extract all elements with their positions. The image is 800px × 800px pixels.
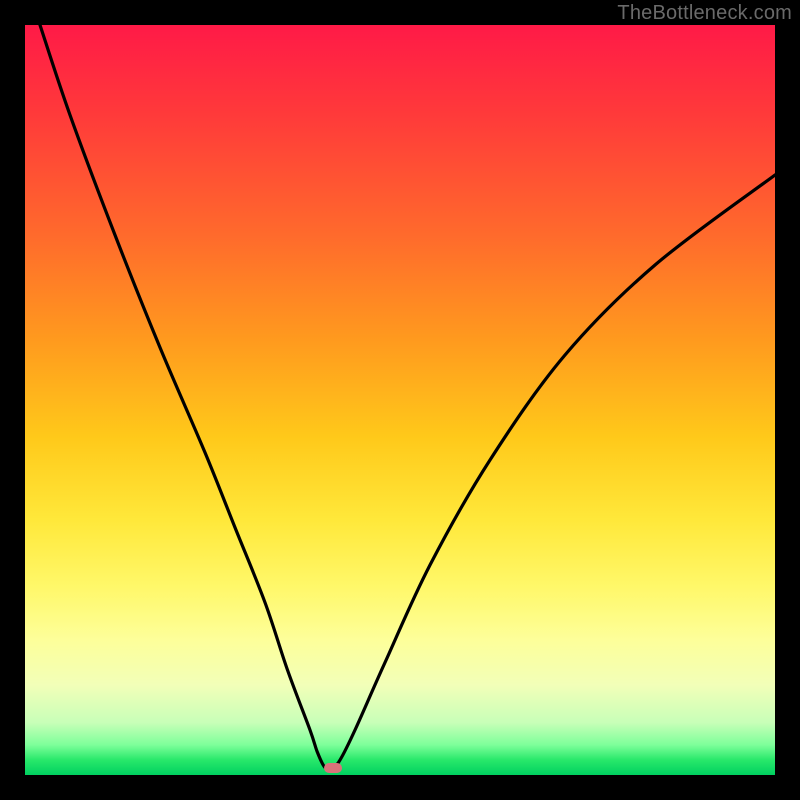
optimal-point-marker	[324, 763, 342, 773]
watermark-text: TheBottleneck.com	[617, 2, 792, 25]
bottleneck-curve	[25, 25, 775, 775]
chart-container: TheBottleneck.com	[0, 0, 800, 800]
plot-area	[25, 25, 775, 775]
